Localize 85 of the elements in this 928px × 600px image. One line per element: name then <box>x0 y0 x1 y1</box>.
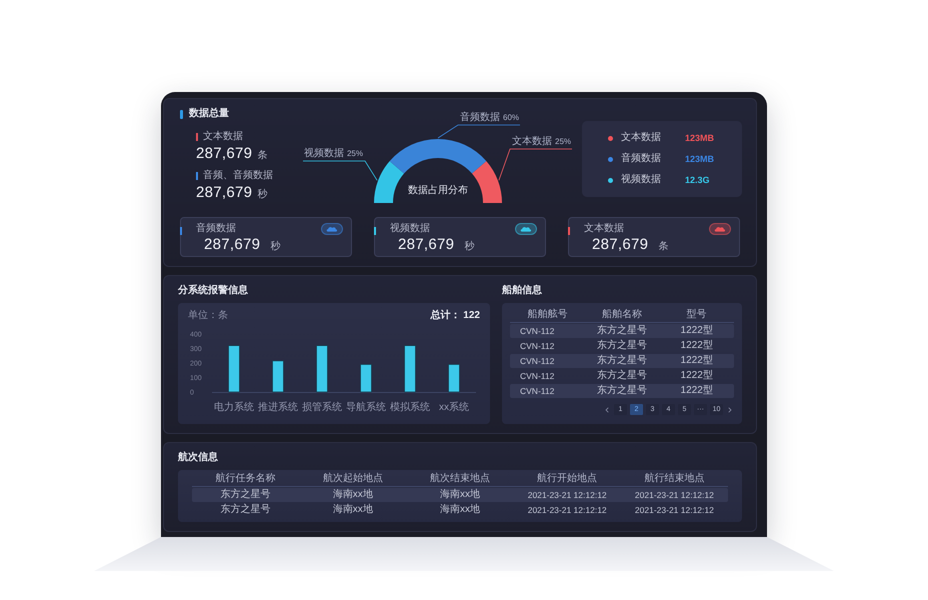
table-cell-text: 1222型 <box>680 325 714 337</box>
table-cell-text: CVN-112 <box>519 385 556 397</box>
table-cell-text: 海南xx地 <box>332 489 374 501</box>
chart-bar <box>448 364 460 392</box>
card-label: 文本数据 <box>584 223 625 235</box>
panel-title: 船舶信息 <box>502 284 543 298</box>
stat-value: 287,679 <box>196 184 252 202</box>
category-label: 电力系统 <box>214 402 254 413</box>
table-cell-text: 东方之星号 <box>596 370 648 382</box>
cloud-icon <box>321 223 343 235</box>
panel-title: 航次信息 <box>178 451 219 465</box>
category-label: 导航系统 <box>346 402 386 413</box>
chart-bar <box>404 345 416 392</box>
table-cell-text: 1222型 <box>680 340 714 352</box>
title-marker-icon <box>180 110 183 118</box>
stat-label: 文本数据 <box>203 131 243 143</box>
panel-title: 分系统报警信息 <box>178 284 249 298</box>
axis-unit-label: 单位：条 <box>188 310 228 322</box>
column-header: 型号 <box>686 309 708 321</box>
legend-value: 123MB <box>685 153 714 165</box>
cloud-icon <box>709 223 731 235</box>
card-unit: 条 <box>658 241 668 253</box>
table-cell-text: 2021-23-21 12:12:12 <box>526 489 608 501</box>
panel-title: 数据总量 <box>189 107 229 121</box>
table-cell-text: 海南xx地 <box>438 504 481 516</box>
table-cell-text: 海南xx地 <box>438 489 481 501</box>
segment-label: 文本数据 <box>512 136 552 148</box>
column-header: 航行开始地点 <box>536 473 598 485</box>
card-value: 287,679 <box>592 236 648 254</box>
chart-bar <box>360 364 372 392</box>
table-cell-text: CVN-112 <box>519 340 556 352</box>
segment-label: 视频数据 <box>304 148 344 160</box>
column-header: 船舶舷号 <box>526 309 568 321</box>
column-header: 航次起始地点 <box>322 473 384 485</box>
segment-value: 25% <box>555 136 572 148</box>
table-cell-text: 东方之星号 <box>596 355 648 367</box>
segment-value: 25% <box>346 148 363 160</box>
legend-label: 音频数据 <box>621 153 662 165</box>
table-cell-text: CVN-112 <box>519 355 556 367</box>
chart-bar <box>316 345 328 392</box>
column-header: 航行结束地点 <box>643 473 706 485</box>
legend-label: 文本数据 <box>621 132 662 144</box>
stat-unit: 条 <box>257 150 268 162</box>
chevron-left-icon[interactable] <box>603 406 611 414</box>
legend-label: 视频数据 <box>621 174 662 186</box>
cloud-icon <box>515 223 537 235</box>
segment-value: 60% <box>503 112 520 124</box>
column-header: 航次结束地点 <box>428 473 491 485</box>
card-value: 287,679 <box>398 236 454 254</box>
card-label: 音频数据 <box>196 223 237 235</box>
card-label: 视频数据 <box>390 223 431 235</box>
table-cell-text: 2021-23-21 12:12:12 <box>634 504 715 516</box>
legend-value: 123MB <box>685 132 714 144</box>
table-cell-text: CVN-112 <box>519 370 556 382</box>
table-cell-text: 1222型 <box>680 355 714 367</box>
card-unit: 秒 <box>464 241 474 253</box>
chart-title: 数据占用分布 <box>408 185 468 196</box>
chart-bar <box>272 360 284 392</box>
table-cell-text: 东方之星号 <box>596 325 648 337</box>
table-cell-text: 东方之星号 <box>596 385 648 397</box>
category-label: 推进系统 <box>258 402 298 413</box>
category-label: 损管系统 <box>302 402 342 413</box>
table-cell-text: CVN-112 <box>519 325 556 337</box>
table-cell-text: 东方之星号 <box>220 504 272 516</box>
table-cell-text: 东方之星号 <box>220 489 272 501</box>
table-cell-text: 2021-23-21 12:12:12 <box>634 489 715 501</box>
legend-value: 12.3G <box>685 174 710 186</box>
table-cell-text: 2021-23-21 12:12:12 <box>526 504 608 516</box>
table-cell-text: 1222型 <box>680 385 714 397</box>
category-label: 模拟系统 <box>390 402 430 413</box>
card-unit: 秒 <box>270 241 280 253</box>
segment-label: 音频数据 <box>460 112 500 124</box>
total-label: 总计： 122 <box>430 310 480 322</box>
stat-label: 音频、音频数据 <box>203 170 273 182</box>
chart-bar <box>228 345 240 392</box>
column-header: 航行任务名称 <box>214 473 277 485</box>
table-cell-text: 1222型 <box>680 370 714 382</box>
stat-unit: 秒 <box>257 189 268 201</box>
table-cell-text: 海南xx地 <box>332 504 374 516</box>
table-cell-text: 东方之星号 <box>596 340 648 352</box>
category-label: xx系统 <box>439 402 469 413</box>
column-header: 船舶名称 <box>600 309 643 321</box>
chevron-right-icon[interactable] <box>726 406 734 414</box>
stat-value: 287,679 <box>196 145 252 163</box>
card-value: 287,679 <box>204 236 260 254</box>
